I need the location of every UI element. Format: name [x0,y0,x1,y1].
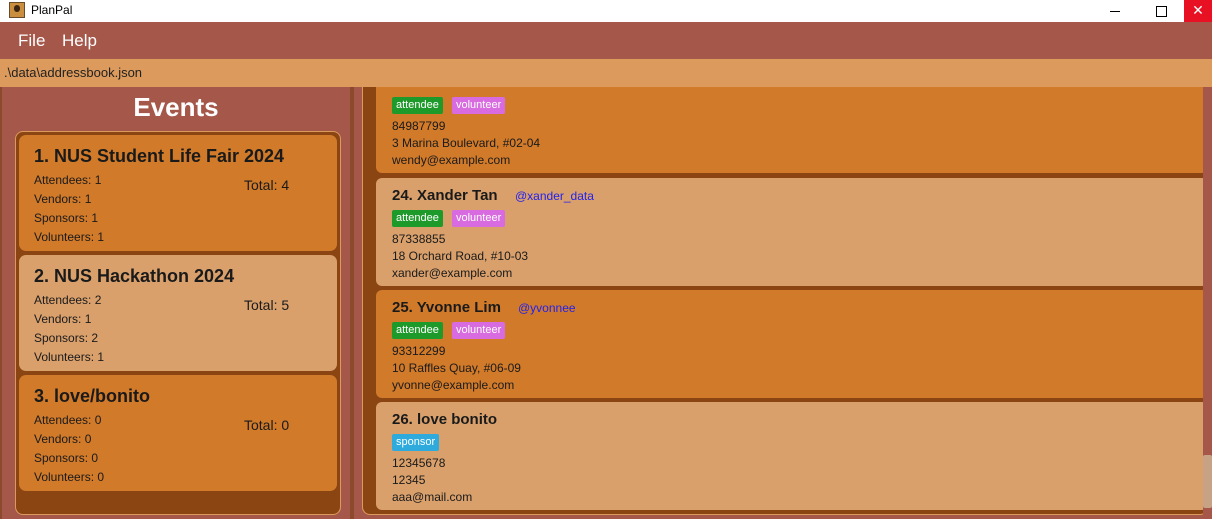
contact-phone: 12345678 [392,456,446,470]
event-attendees: Attendees: 1 [34,173,102,187]
contact-address: 18 Orchard Road, #10-03 [392,249,529,263]
tag-volunteer: volunteer [452,97,506,114]
menu-bar: File Help [0,22,1212,59]
contact-email: wendy@example.com [392,153,511,167]
minimize-icon [1110,10,1120,12]
event-card[interactable]: 1. NUS Student Life Fair 2024 Attendees:… [19,135,337,251]
contact-handle[interactable]: @yvonnee [518,301,576,315]
contact-card[interactable]: 26. love bonito sponsor 12345678 12345 a… [376,402,1207,510]
app-icon [9,2,25,18]
event-name: 1. NUS Student Life Fair 2024 [34,146,285,166]
event-sponsors: Sponsors: 0 [34,451,99,465]
event-volunteers: Volunteers: 1 [34,230,105,244]
contact-name: 24. Xander Tan [392,187,498,204]
file-path-bar: .\data\addressbook.json [0,59,1212,87]
contacts-list[interactable]: attendee volunteer 84987799 3 Marina Bou… [362,87,1208,515]
close-icon: ✕ [1192,3,1204,19]
contact-name: 25. Yvonne Lim [392,299,501,316]
event-vendors: Vendors: 1 [34,192,92,206]
event-volunteers: Volunteers: 1 [34,350,105,364]
file-path: .\data\addressbook.json [4,65,143,80]
contact-handle[interactable]: @xander_data [515,189,594,203]
contact-card[interactable]: 24. Xander Tan @xander_data attendee vol… [376,178,1207,286]
tag-attendee: attendee [392,97,443,114]
event-attendees: Attendees: 0 [34,413,102,427]
event-attendees: Attendees: 2 [34,293,102,307]
contact-name: 26. love bonito [392,411,498,428]
event-name: 2. NUS Hackathon 2024 [34,266,235,286]
contact-card[interactable]: 25. Yvonne Lim @yvonnee attendee volunte… [376,290,1207,398]
contact-address: 3 Marina Boulevard, #02-04 [392,136,541,150]
minimize-button[interactable] [1092,0,1138,22]
menu-help[interactable]: Help [62,31,97,51]
event-card[interactable]: 3. love/bonito Attendees: 0 Vendors: 0 S… [19,375,337,491]
contact-phone: 93312299 [392,344,446,358]
contact-phone: 87338855 [392,232,446,246]
menu-file[interactable]: File [18,31,45,51]
maximize-button[interactable] [1138,0,1184,22]
contact-email: aaa@mail.com [392,490,473,504]
tag-volunteer: volunteer [452,322,506,339]
close-button[interactable]: ✕ [1184,0,1212,22]
event-sponsors: Sponsors: 1 [34,211,99,225]
contact-email: yvonne@example.com [392,378,515,392]
contact-card[interactable]: attendee volunteer 84987799 3 Marina Bou… [376,87,1207,173]
tag-attendee: attendee [392,210,443,227]
event-name: 3. love/bonito [34,386,151,406]
event-sponsors: Sponsors: 2 [34,331,99,345]
contacts-panel: attendee volunteer 84987799 3 Marina Bou… [354,87,1212,519]
tag-attendee: attendee [392,322,443,339]
contact-address: 12345 [392,473,426,487]
event-total: Total: 5 [244,297,290,313]
event-total: Total: 0 [244,417,290,433]
event-vendors: Vendors: 0 [34,432,92,446]
event-volunteers: Volunteers: 0 [34,470,105,484]
title-bar: PlanPal ✕ [0,0,1212,22]
contact-address: 10 Raffles Quay, #06-09 [392,361,521,375]
contact-email: xander@example.com [392,266,513,280]
tag-volunteer: volunteer [452,210,506,227]
maximize-icon [1155,5,1167,17]
events-heading: Events [133,92,219,122]
event-vendors: Vendors: 1 [34,312,92,326]
contact-phone: 84987799 [392,119,446,133]
events-panel: Events 1. NUS Student Life Fair 2024 Att… [2,87,350,519]
event-total: Total: 4 [244,177,290,193]
event-card[interactable]: 2. NUS Hackathon 2024 Attendees: 2 Vendo… [19,255,337,371]
window-title: PlanPal [31,3,73,17]
scrollbar-thumb[interactable] [1203,455,1212,508]
tag-sponsor: sponsor [392,434,440,451]
